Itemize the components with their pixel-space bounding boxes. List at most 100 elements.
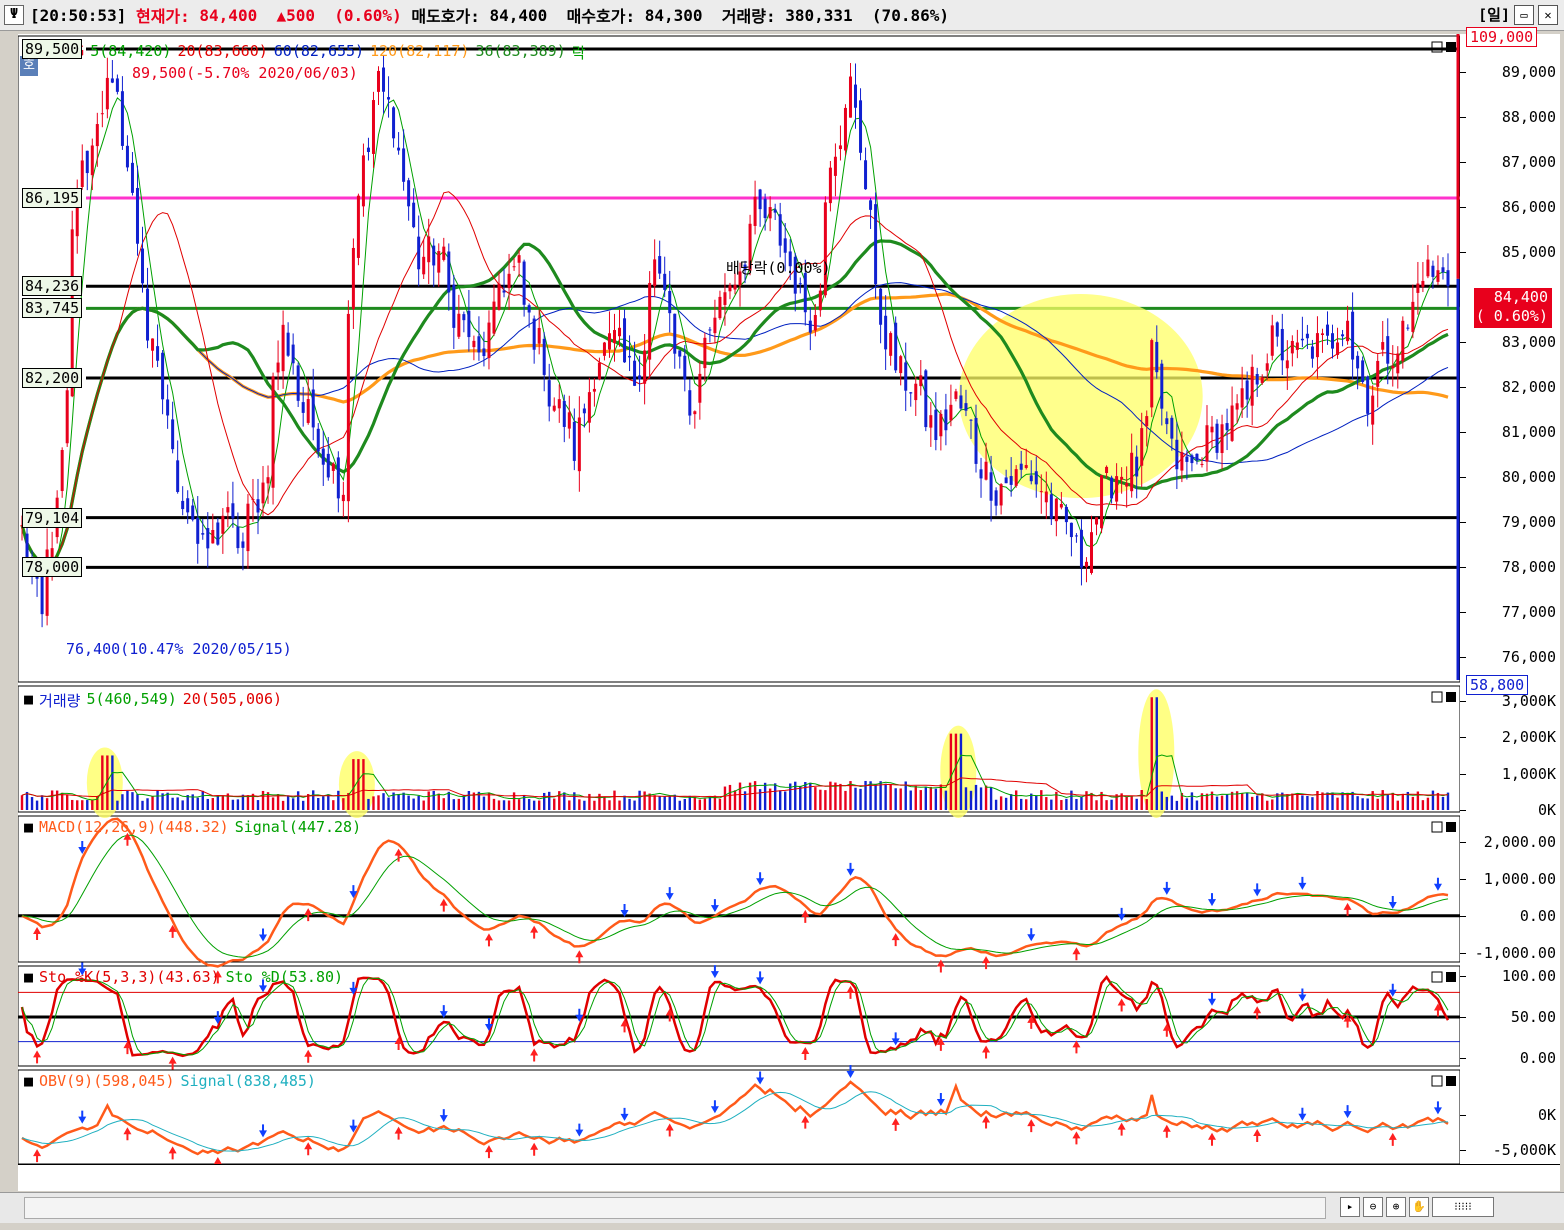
- restore-icon[interactable]: ▭: [1514, 4, 1534, 25]
- candle-body: [788, 251, 792, 267]
- candle-body: [1034, 471, 1038, 485]
- candle-body: [969, 419, 973, 421]
- candle-body: [813, 315, 817, 331]
- highlight-ellipse: [958, 294, 1203, 499]
- candle-body: [1315, 333, 1319, 358]
- panel-price: [18, 35, 1460, 683]
- hand-icon[interactable]: ✋: [1409, 1197, 1429, 1217]
- panel-restore-icon: [1431, 1075, 1443, 1087]
- scroll-thumb[interactable]: [24, 1197, 1326, 1219]
- candle-body: [371, 100, 375, 154]
- candle-body: [1190, 455, 1194, 464]
- pin-icon[interactable]: Ψ: [4, 5, 24, 25]
- candle-body: [507, 273, 511, 289]
- candle-body: [1170, 417, 1174, 439]
- candle-body: [723, 292, 727, 305]
- candle-body: [115, 78, 119, 92]
- chart-area[interactable]: [18, 34, 1460, 1164]
- candle-body: [366, 147, 370, 153]
- candle-body: [477, 336, 481, 353]
- candle-body: [914, 383, 918, 401]
- candle-body: [1074, 535, 1078, 537]
- candle-body: [899, 356, 903, 374]
- zoom-out-icon[interactable]: ⊖: [1363, 1197, 1383, 1217]
- chart-canvas[interactable]: [18, 34, 1460, 1164]
- candle-body: [1290, 340, 1294, 354]
- candle-body: [1195, 453, 1199, 461]
- candle-body: [356, 195, 360, 258]
- candle-body: [768, 207, 772, 219]
- candle-body: [346, 313, 350, 502]
- candle-body: [1059, 504, 1063, 508]
- candle-body: [1054, 498, 1058, 522]
- candle-body: [653, 259, 657, 287]
- candle-body: [793, 256, 797, 294]
- candle-body: [848, 76, 852, 118]
- candle-body: [266, 477, 270, 484]
- candle-body: [311, 389, 315, 428]
- candle-body: [236, 526, 240, 549]
- candle-body: [618, 327, 622, 337]
- close-icon[interactable]: ✕: [1538, 4, 1558, 25]
- candle-body: [201, 533, 205, 535]
- candle-body: [522, 261, 526, 305]
- candle-body: [146, 288, 150, 341]
- candle-body: [206, 528, 210, 549]
- ruler-icon[interactable]: ⁝⁝⁝⁝⁝: [1432, 1197, 1494, 1217]
- left-strip: [0, 34, 18, 1190]
- candle-body: [517, 255, 521, 263]
- candle-body: [633, 360, 637, 386]
- candle-body: [361, 155, 365, 207]
- candle-body: [798, 283, 802, 285]
- candle-body: [1371, 395, 1375, 425]
- candle-body: [1044, 491, 1048, 503]
- candle-body: [166, 399, 170, 416]
- candle-body: [1049, 494, 1053, 519]
- candle-body: [306, 399, 310, 423]
- candle-body: [1280, 328, 1284, 361]
- candle-body: [467, 310, 471, 338]
- candle-body: [1295, 342, 1299, 350]
- candle-body: [1225, 423, 1229, 431]
- candle-body: [1300, 338, 1304, 341]
- candle-body: [979, 469, 983, 479]
- candle-body: [909, 392, 913, 394]
- candle-body: [226, 507, 230, 513]
- candle-body: [1215, 423, 1219, 453]
- scrollbar[interactable]: ▸ ⊖ ⊕ ✋ ⁝⁝⁝⁝⁝: [0, 1192, 1564, 1223]
- candle-body: [1160, 363, 1164, 409]
- candle-body: [497, 283, 501, 310]
- candle-body: [512, 266, 516, 268]
- candle-body: [120, 91, 124, 146]
- candle-body: [838, 145, 842, 150]
- candle-body: [1285, 360, 1289, 369]
- candle-body: [859, 100, 863, 153]
- candle-body: [296, 365, 300, 401]
- candle-body: [1446, 270, 1450, 287]
- period-button[interactable]: [일]: [1478, 4, 1510, 25]
- candle-body: [1386, 336, 1390, 364]
- candle-body: [1175, 439, 1179, 470]
- candle-body: [1381, 342, 1385, 350]
- candle-body: [397, 147, 401, 151]
- candle-body: [1064, 506, 1068, 523]
- zoom-in-icon[interactable]: ⊕: [1386, 1197, 1406, 1217]
- candle-body: [100, 113, 104, 115]
- candle-body: [25, 533, 29, 562]
- candle-body: [95, 124, 99, 147]
- scroll-right-icon[interactable]: ▸: [1340, 1197, 1360, 1217]
- candle-body: [301, 402, 305, 413]
- candle-body: [1130, 452, 1134, 492]
- ask-value: 84,400: [489, 5, 548, 25]
- candle-body: [130, 162, 134, 193]
- candle-body: [728, 285, 732, 292]
- candle-body: [562, 400, 566, 427]
- candle-body: [577, 417, 581, 472]
- candle-body: [1155, 341, 1159, 373]
- candle-body: [75, 190, 79, 237]
- candle-body: [828, 167, 832, 204]
- panel-close-icon: [1446, 692, 1456, 702]
- candle-body: [376, 70, 381, 92]
- candle-body: [70, 229, 74, 397]
- candle-body: [326, 453, 330, 478]
